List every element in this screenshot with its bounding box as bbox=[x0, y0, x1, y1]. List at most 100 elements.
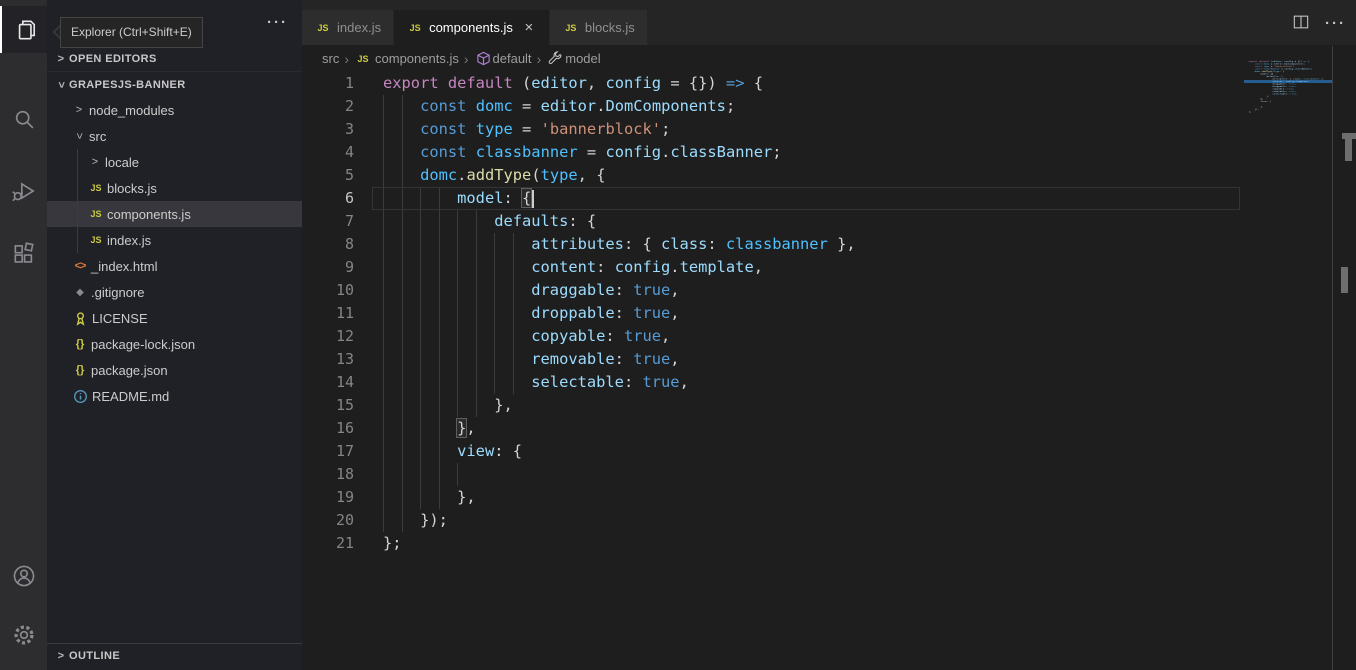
tab-label: blocks.js bbox=[584, 20, 635, 35]
search-icon[interactable] bbox=[0, 95, 47, 142]
tab-label: index.js bbox=[337, 20, 382, 35]
tree-item-label: LICENSE bbox=[92, 310, 148, 326]
tree-item--gitignore[interactable]: ◆ .gitignore bbox=[47, 279, 302, 305]
tab-blocks-js[interactable]: JS blocks.js bbox=[549, 10, 647, 45]
extensions-icon[interactable] bbox=[0, 230, 47, 277]
chevron-right-icon: > bbox=[57, 650, 65, 662]
tree-item-label: package-lock.json bbox=[91, 336, 196, 352]
breadcrumb: src › JS components.js › default › model bbox=[302, 45, 1356, 72]
code-line-5[interactable]: 5 domc.addType(type, { bbox=[302, 164, 1356, 187]
code-line-10[interactable]: 10 draggable: true, bbox=[302, 279, 1356, 302]
breadcrumb-item-default[interactable]: default bbox=[474, 51, 532, 66]
js-file-icon: JS bbox=[357, 53, 369, 64]
line-number: 11 bbox=[335, 304, 354, 322]
code-line-8[interactable]: 8 attributes: { class: classbanner }, bbox=[302, 233, 1356, 256]
symbol-wrench-icon bbox=[548, 51, 562, 65]
tree-item-src[interactable]: > src bbox=[47, 123, 302, 149]
tab-bar: JS index.js JS components.js × JS blocks.js ··… bbox=[302, 0, 1356, 45]
code-line-11[interactable]: 11 droppable: true, bbox=[302, 302, 1356, 325]
code-line-12[interactable]: 12 copyable: true, bbox=[302, 325, 1356, 348]
settings-icon[interactable] bbox=[0, 611, 47, 658]
chevron-right-icon: > bbox=[57, 53, 65, 65]
tree-item--index-html[interactable]: <> _index.html bbox=[47, 253, 302, 279]
tree-item-components-js[interactable]: JS components.js bbox=[47, 201, 302, 227]
sidebar-more-actions-icon[interactable]: ··· bbox=[267, 14, 288, 31]
run-debug-icon[interactable] bbox=[0, 167, 47, 214]
line-number: 8 bbox=[344, 235, 354, 253]
breadcrumb-label: components.js bbox=[375, 51, 459, 66]
code-line-21[interactable]: 21}; bbox=[302, 532, 1356, 555]
line-number: 2 bbox=[344, 97, 354, 115]
tree-item-blocks-js[interactable]: JS blocks.js bbox=[47, 175, 302, 201]
code-editor: 1 export default (editor, config = {}) =>… bbox=[302, 72, 1356, 555]
text-cursor bbox=[532, 189, 535, 208]
line-number: 14 bbox=[335, 373, 354, 391]
tree-item-label: _index.html bbox=[91, 258, 158, 274]
tree-item-label: node_modules bbox=[89, 102, 175, 118]
tree-item-readme-md[interactable]: README.md bbox=[47, 383, 302, 409]
tree-item-package-json[interactable]: {} package.json bbox=[47, 357, 302, 383]
minimap[interactable]: export default (editor, config = {}) => … bbox=[1244, 60, 1332, 360]
tree-item-label: index.js bbox=[107, 232, 152, 248]
code-line-4[interactable]: 4 const classbanner = config.classBanner… bbox=[302, 141, 1356, 164]
code-line-19[interactable]: 19 }, bbox=[302, 486, 1356, 509]
code-line-17[interactable]: 17 view: { bbox=[302, 440, 1356, 463]
line-number: 4 bbox=[344, 143, 354, 161]
json-file-icon: {} bbox=[75, 364, 85, 376]
breadcrumb-separator: › bbox=[463, 50, 469, 67]
line-number: 15 bbox=[335, 396, 354, 414]
split-editor-icon[interactable] bbox=[1291, 12, 1311, 35]
code-line-7[interactable]: 7 defaults: { bbox=[302, 210, 1356, 233]
breadcrumb-label: src bbox=[322, 51, 340, 66]
close-icon[interactable]: × bbox=[521, 19, 537, 36]
git-file-icon: ◆ bbox=[76, 286, 84, 298]
tab-label: components.js bbox=[429, 20, 513, 35]
code-line-13[interactable]: 13 removable: true, bbox=[302, 348, 1356, 371]
breadcrumb-label: model bbox=[565, 51, 601, 66]
code-line-2[interactable]: 2 const domc = editor.DomComponents; bbox=[302, 95, 1356, 118]
line-number: 5 bbox=[344, 166, 354, 184]
breadcrumb-item-src[interactable]: src bbox=[322, 51, 339, 66]
html-file-icon: <> bbox=[74, 260, 87, 272]
editor-more-actions-icon[interactable]: ··· bbox=[1325, 15, 1346, 32]
overview-ruler-scrollbar[interactable] bbox=[1332, 46, 1356, 670]
code-line-1[interactable]: 1 export default (editor, config = {}) =>… bbox=[302, 72, 1356, 95]
outline-label: OUTLINE bbox=[69, 650, 121, 662]
open-editors-label: OPEN EDITORS bbox=[69, 53, 157, 65]
code-line-14[interactable]: 14 selectable: true, bbox=[302, 371, 1356, 394]
js-file-icon: JS bbox=[565, 22, 577, 33]
tree-item-label: blocks.js bbox=[107, 180, 157, 196]
account-icon[interactable] bbox=[0, 552, 47, 599]
line-number: 12 bbox=[335, 327, 354, 345]
breadcrumb-item-components-js[interactable]: JS components.js bbox=[354, 51, 459, 66]
symbol-cube-icon bbox=[476, 51, 490, 66]
project-root-folder[interactable]: > GRAPESJS-BANNER bbox=[47, 71, 302, 97]
code-line-20[interactable]: 20 }); bbox=[302, 509, 1356, 532]
tree-item-package-lock-json[interactable]: {} package-lock.json bbox=[47, 331, 302, 357]
tab-index-js[interactable]: JS index.js bbox=[302, 10, 394, 45]
code-line-3[interactable]: 3 const type = 'bannerblock'; bbox=[302, 118, 1356, 141]
tree-item-node-modules[interactable]: > node_modules bbox=[47, 97, 302, 123]
json-file-icon: {} bbox=[75, 338, 85, 350]
chevron-down-icon: > bbox=[55, 81, 67, 88]
outline-section[interactable]: > OUTLINE bbox=[47, 643, 302, 668]
breadcrumb-item-model[interactable]: model bbox=[546, 51, 601, 66]
code-line-18[interactable]: 18 bbox=[302, 463, 1356, 486]
tree-item-index-js[interactable]: JS index.js bbox=[47, 227, 302, 253]
code-line-9[interactable]: 9 content: config.template, bbox=[302, 256, 1356, 279]
open-editors-section[interactable]: > OPEN EDITORS bbox=[47, 47, 302, 71]
line-number: 16 bbox=[335, 419, 354, 437]
explorer-icon[interactable] bbox=[0, 6, 47, 53]
code-line-16[interactable]: 16 }, bbox=[302, 417, 1356, 440]
tree-item-locale[interactable]: > locale bbox=[47, 149, 302, 175]
line-number: 13 bbox=[335, 350, 354, 368]
code-line-15[interactable]: 15 }, bbox=[302, 394, 1356, 417]
line-number: 17 bbox=[335, 442, 354, 460]
line-number: 18 bbox=[335, 465, 354, 483]
chevron-right-icon: > bbox=[75, 104, 83, 116]
tab-components-js[interactable]: JS components.js × bbox=[394, 10, 549, 45]
chevron-right-icon: > bbox=[91, 156, 99, 168]
js-file-icon: JS bbox=[90, 183, 102, 193]
code-line-6[interactable]: 6 model: { bbox=[302, 187, 1356, 210]
tree-item-license[interactable]: LICENSE bbox=[47, 305, 302, 331]
